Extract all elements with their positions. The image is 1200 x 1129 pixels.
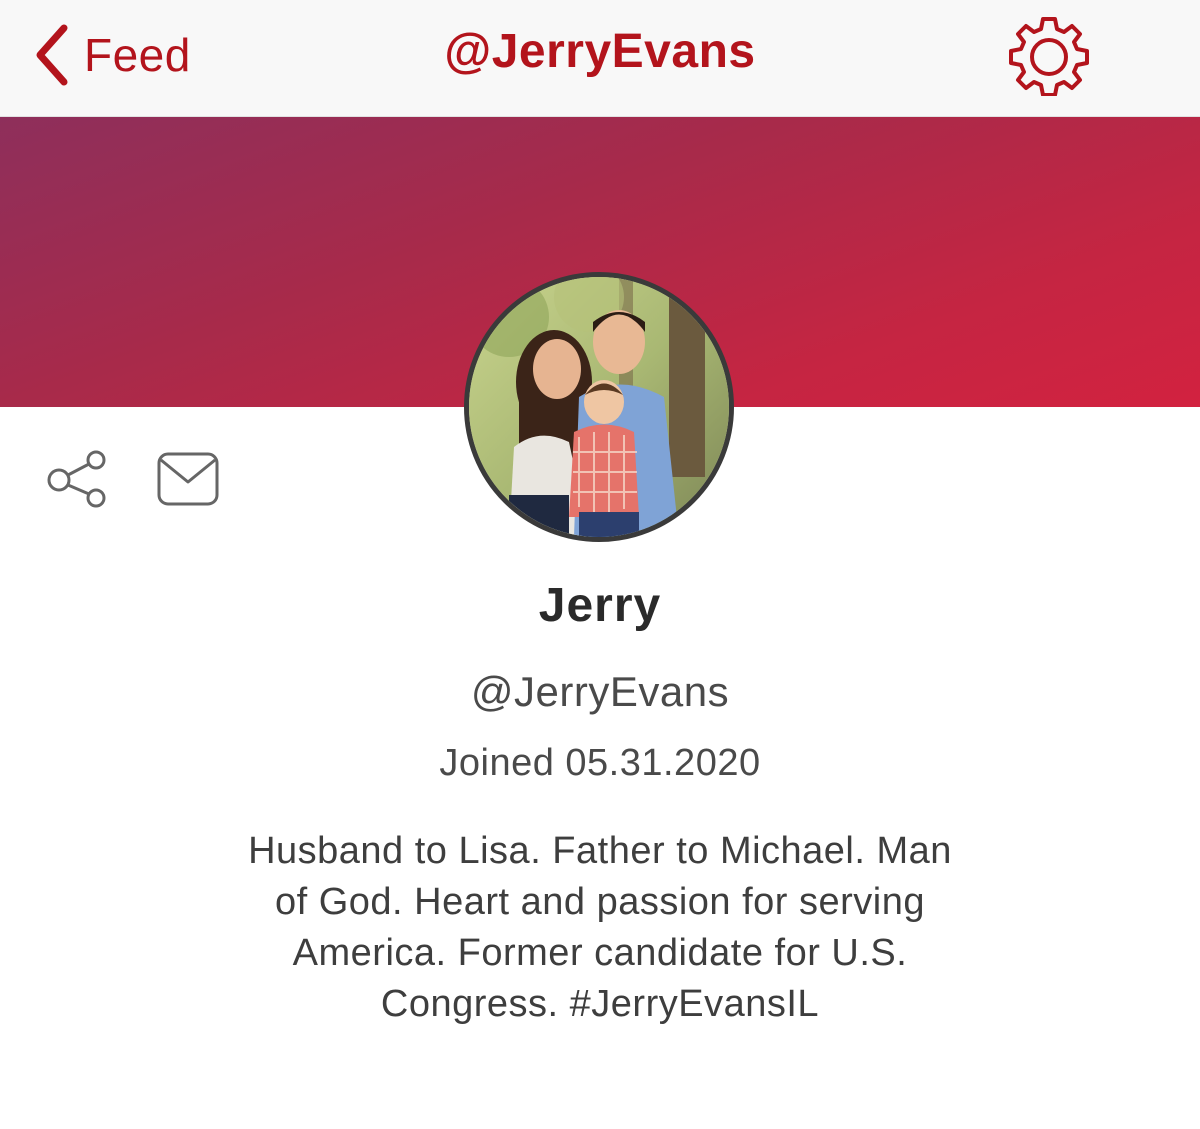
avatar-family-photo [469, 277, 729, 537]
mail-icon [157, 452, 219, 506]
profile-handle: @JerryEvans [470, 668, 730, 715]
profile-bio: Husband to Lisa. Father to Michael. Man … [248, 830, 952, 1025]
share-button[interactable] [44, 448, 110, 512]
avatar[interactable] [464, 272, 734, 542]
joined-date: Joined 05.31.2020 [439, 742, 761, 784]
profile-page: Feed @JerryEvans Jerry @JerryEvans Joine… [0, 0, 1200, 1129]
nav-bar: Feed @JerryEvans [0, 0, 1200, 117]
display-name: Jerry [538, 579, 662, 632]
message-button[interactable] [156, 450, 222, 510]
share-icon [47, 450, 106, 508]
gear-icon [1009, 17, 1089, 97]
settings-button[interactable] [1008, 14, 1090, 97]
